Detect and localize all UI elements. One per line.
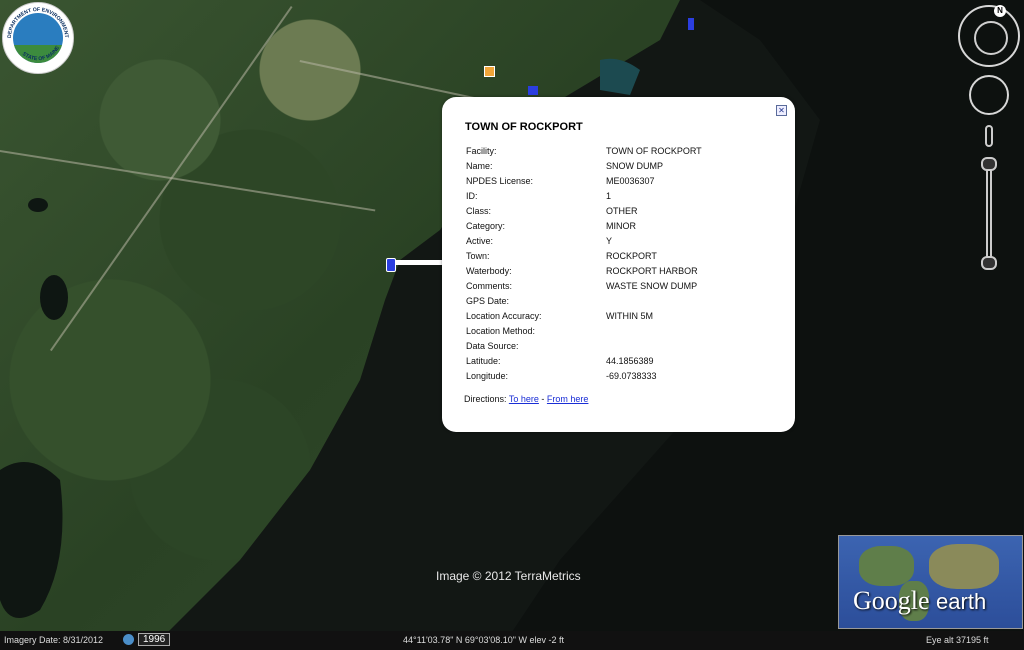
attribute-row: Data Source: xyxy=(466,341,786,355)
attribute-key: Data Source: xyxy=(466,341,519,351)
placemark-orange[interactable] xyxy=(484,66,495,77)
lake xyxy=(40,275,68,320)
attribute-row: ID: 1 xyxy=(466,191,786,205)
attribute-value: 44.1856389 xyxy=(606,356,654,366)
eye-altitude: Eye alt 37195 ft xyxy=(926,635,989,645)
street-view-person-icon[interactable] xyxy=(985,125,993,147)
placemark-blue[interactable] xyxy=(688,18,694,30)
continent xyxy=(929,544,999,589)
attribute-row: Longitude: -69.0738333 xyxy=(466,371,786,385)
attribute-key: NPDES License: xyxy=(466,176,534,186)
historical-imagery-icon[interactable] xyxy=(123,634,134,645)
status-bar: Imagery Date: 8/31/2012 1996 44°11'03.78… xyxy=(0,631,1024,650)
attribute-value: Y xyxy=(606,236,613,246)
imagery-date: Imagery Date: 8/31/2012 xyxy=(4,635,104,645)
svg-text:DEPARTMENT OF ENVIRONMENTAL PR: DEPARTMENT OF ENVIRONMENTAL PROTECTION xyxy=(3,3,69,39)
pointer-coordinates: 44°11'03.78" N 69°03'08.10" W elev -2 ft xyxy=(403,635,564,645)
attribute-row: Facility: TOWN OF ROCKPORT xyxy=(466,146,786,160)
imagery-copyright: Image © 2012 TerraMetrics xyxy=(436,569,581,583)
attribute-row: Active: Y xyxy=(466,236,786,250)
zoom-slider[interactable] xyxy=(986,160,992,270)
logo-lettering: DEPARTMENT OF ENVIRONMENTAL PROTECTION S… xyxy=(3,3,69,63)
dep-maine-logo: DEPARTMENT OF ENVIRONMENTAL PROTECTION S… xyxy=(2,2,74,74)
attribute-value: -69.0738333 xyxy=(606,371,657,381)
attribute-row: Name: SNOW DUMP xyxy=(466,161,786,175)
directions: Directions: To here - From here xyxy=(464,394,588,404)
attribute-key: Location Method: xyxy=(466,326,536,336)
compass-ring[interactable]: N xyxy=(958,5,1020,67)
close-button[interactable]: ✕ xyxy=(776,105,787,116)
directions-separator: - xyxy=(541,394,545,404)
attribute-key: Longitude: xyxy=(466,371,509,381)
attribute-key: Waterbody: xyxy=(466,266,512,276)
attribute-key: Latitude: xyxy=(466,356,501,366)
attribute-row: Location Accuracy: WITHIN 5M xyxy=(466,311,786,325)
brand-earth: earth xyxy=(936,589,987,614)
attribute-value: MINOR xyxy=(606,221,636,231)
attribute-row: Class: OTHER xyxy=(466,206,786,220)
attribute-value: WASTE SNOW DUMP xyxy=(606,281,698,291)
attribute-value: WITHIN 5M xyxy=(606,311,653,321)
attribute-key: Class: xyxy=(466,206,492,216)
attribute-row: NPDES License: ME0036307 xyxy=(466,176,786,190)
attribute-row: Comments: WASTE SNOW DUMP xyxy=(466,281,786,295)
attribute-key: Active: xyxy=(466,236,494,246)
brand-google: Google xyxy=(853,586,930,615)
attribute-row: Town: ROCKPORT xyxy=(466,251,786,265)
attribute-value: ROCKPORT HARBOR xyxy=(606,266,698,276)
lake xyxy=(28,198,48,212)
attribute-value: ROCKPORT xyxy=(606,251,657,261)
attribute-key: Name: xyxy=(466,161,493,171)
overview-map[interactable]: Google earth xyxy=(838,535,1023,629)
attribute-key: ID: xyxy=(466,191,478,201)
placemark-blue[interactable] xyxy=(528,86,538,95)
directions-label: Directions: xyxy=(464,394,507,404)
attribute-row: Waterbody: ROCKPORT HARBOR xyxy=(466,266,786,280)
attribute-row: GPS Date: xyxy=(466,296,786,310)
attribute-value: 1 xyxy=(606,191,612,201)
svg-text:STATE OF MAINE: STATE OF MAINE xyxy=(21,45,61,63)
attribute-value: OTHER xyxy=(606,206,638,216)
attribute-value: TOWN OF ROCKPORT xyxy=(606,146,702,156)
attribute-value: SNOW DUMP xyxy=(606,161,663,171)
to-here-link[interactable]: To here xyxy=(509,394,539,404)
zoom-out-button[interactable] xyxy=(981,256,997,270)
look-joystick[interactable] xyxy=(969,75,1009,115)
attribute-key: Location Accuracy: xyxy=(466,311,542,321)
historical-year-button[interactable]: 1996 xyxy=(138,633,171,646)
attribute-key: Category: xyxy=(466,221,506,231)
google-earth-logo: Google earth xyxy=(853,586,986,616)
compass-inner[interactable] xyxy=(974,21,1008,55)
attribute-row: Category: MINOR xyxy=(466,221,786,235)
attribute-key: Comments: xyxy=(466,281,513,291)
attribute-key: Facility: xyxy=(466,146,497,156)
attribute-key: Town: xyxy=(466,251,490,261)
selected-placemark[interactable] xyxy=(386,258,396,272)
navigation-controls: N xyxy=(958,5,1020,275)
north-indicator[interactable]: N xyxy=(994,5,1006,17)
info-balloon: ✕ TOWN OF ROCKPORT Facility: TOWN OF ROCK… xyxy=(442,97,795,432)
attribute-row: Location Method: xyxy=(466,326,786,340)
attribute-value: ME0036307 xyxy=(606,176,655,186)
popup-tail xyxy=(394,260,444,265)
balloon-title: TOWN OF ROCKPORT xyxy=(465,121,583,133)
attribute-row: Latitude: 44.1856389 xyxy=(466,356,786,370)
continent xyxy=(859,546,914,586)
attribute-key: GPS Date: xyxy=(466,296,510,306)
zoom-in-button[interactable] xyxy=(981,157,997,171)
from-here-link[interactable]: From here xyxy=(547,394,589,404)
